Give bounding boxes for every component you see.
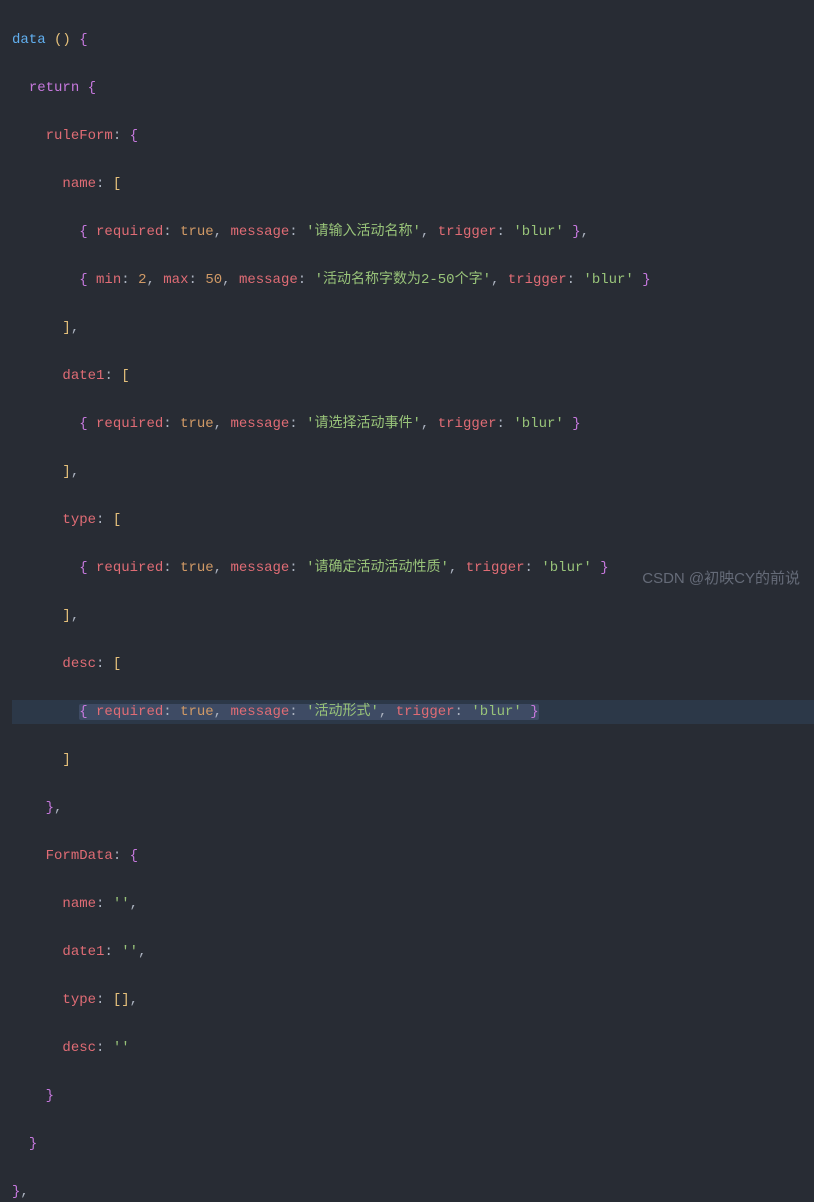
code-line: }, <box>12 796 814 820</box>
code-line: type: [ <box>12 508 814 532</box>
code-line: desc: [ <box>12 652 814 676</box>
code-line: } <box>12 1132 814 1156</box>
code-line: type: [], <box>12 988 814 1012</box>
code-line: { required: true, message: '请输入活动名称', tr… <box>12 220 814 244</box>
code-line: name: [ <box>12 172 814 196</box>
code-line: { min: 2, max: 50, message: '活动名称字数为2-50… <box>12 268 814 292</box>
code-line: ], <box>12 460 814 484</box>
code-editor: data () { return { ruleForm: { name: [ {… <box>0 0 814 1202</box>
keyword-return: return <box>29 80 79 96</box>
code-line: ] <box>12 748 814 772</box>
function-name: data <box>12 32 46 48</box>
highlighted-code-line: { required: true, message: '活动形式', trigg… <box>12 700 814 724</box>
code-line: date1: '', <box>12 940 814 964</box>
code-line: ], <box>12 604 814 628</box>
code-line: { required: true, message: '请选择活动事件', tr… <box>12 412 814 436</box>
code-line: ], <box>12 316 814 340</box>
code-line: }, <box>12 1180 814 1202</box>
code-line: } <box>12 1084 814 1108</box>
code-line: date1: [ <box>12 364 814 388</box>
code-line: name: '', <box>12 892 814 916</box>
code-line: data () { <box>12 28 814 52</box>
code-line: FormData: { <box>12 844 814 868</box>
code-line: desc: '' <box>12 1036 814 1060</box>
code-line: { required: true, message: '请确定活动活动性质', … <box>12 556 814 580</box>
code-line: return { <box>12 76 814 100</box>
code-line: ruleForm: { <box>12 124 814 148</box>
